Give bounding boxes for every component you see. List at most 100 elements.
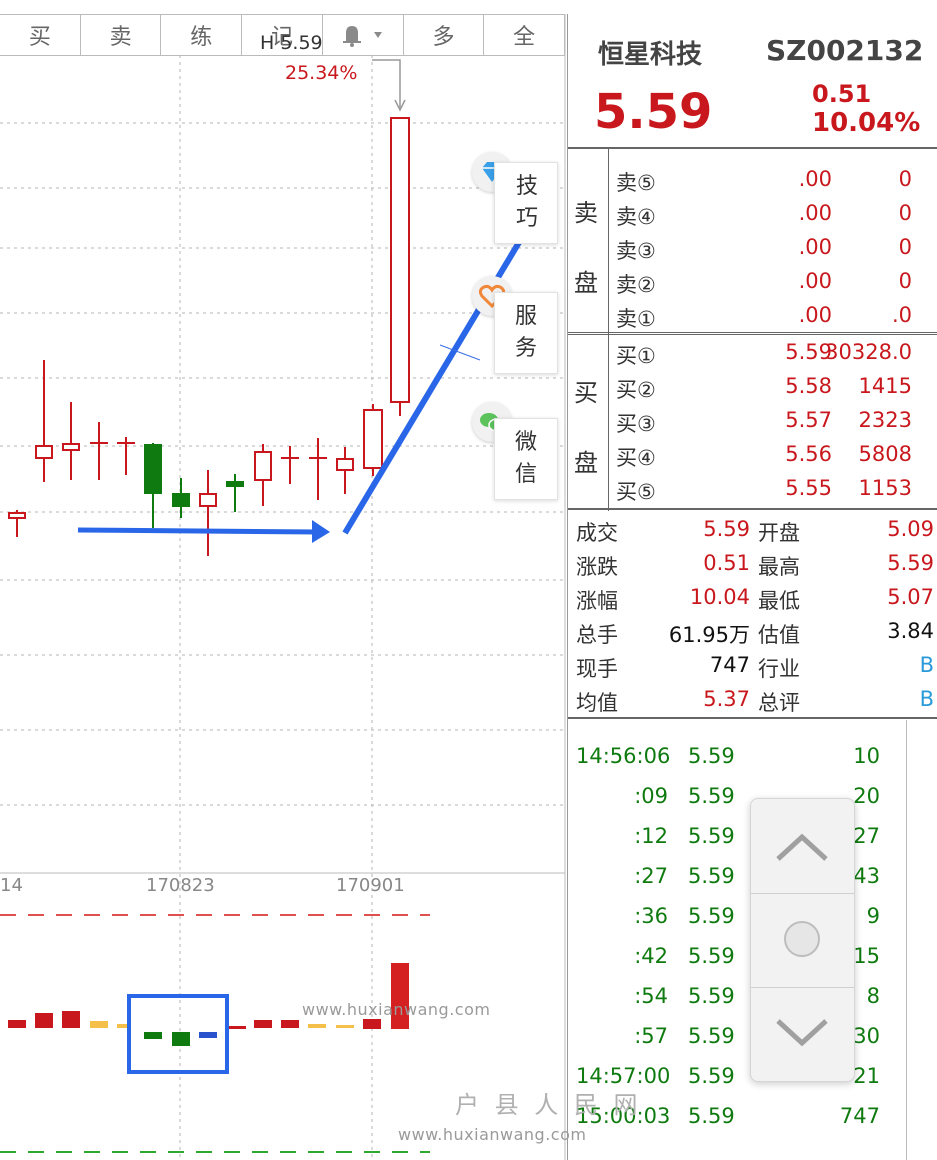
service-button[interactable]: 服务 xyxy=(494,292,558,374)
tick-row: :36 5.59 9 xyxy=(576,896,906,936)
stat-row: 现手 747 行业 B xyxy=(576,649,936,683)
chevron-down-icon xyxy=(776,1019,828,1047)
sell-level-row[interactable]: 卖④ .00 0 xyxy=(612,197,912,231)
level-volume: 5808 xyxy=(858,442,912,466)
stat-label: 总评 xyxy=(758,691,800,715)
tick-price: 5.59 xyxy=(688,784,735,808)
tick-row: :42 5.59 15 xyxy=(576,936,906,976)
stat-value: B xyxy=(919,687,934,711)
watermark: 户 县 人 民 网 xyxy=(455,1091,642,1119)
level-volume: 1153 xyxy=(858,476,912,500)
level-volume: 2323 xyxy=(858,408,912,432)
level-label: 卖② xyxy=(616,273,656,297)
high-pct-label: 25.34% xyxy=(285,62,358,84)
stock-name: 恒星科技 xyxy=(598,40,703,70)
tick-time: :27 xyxy=(634,864,668,888)
buy-level-row[interactable]: 买④ 5.56 5808 xyxy=(612,438,912,472)
level-label: 卖③ xyxy=(616,239,656,263)
price-change: 0.51 xyxy=(812,80,872,108)
tick-row: :12 5.59 27 xyxy=(576,816,906,856)
chevron-up-icon xyxy=(776,833,828,861)
stat-value: 61.95万 xyxy=(668,623,750,647)
tick-time: :57 xyxy=(634,1024,668,1048)
level-volume: 0 xyxy=(898,235,912,259)
stat-label: 最低 xyxy=(758,589,800,613)
level-label: 卖① xyxy=(616,307,656,331)
sell-order-book: 卖 盘 卖⑤ .00 0 卖④ .00 0 卖③ .00 0 卖② .00 0 卖① .00.0 xyxy=(568,147,937,335)
tick-price: 5.59 xyxy=(688,944,735,968)
grid-lines xyxy=(0,55,565,1160)
level-label: 买⑤ xyxy=(616,480,656,504)
stat-value: 5.07 xyxy=(887,585,934,609)
stat-label: 最高 xyxy=(758,555,800,579)
tick-price: 5.59 xyxy=(688,1064,735,1088)
sell-level-row[interactable]: 卖③ .00 0 xyxy=(612,231,912,265)
stat-label: 涨幅 xyxy=(576,589,618,613)
level-volume: 0 xyxy=(898,167,912,191)
stat-row: 成交 5.59 开盘 5.09 xyxy=(576,513,936,547)
tech-tips-button[interactable]: 技巧 xyxy=(494,162,558,244)
tick-row: :09 5.59 20 xyxy=(576,776,906,816)
scroll-center-button[interactable] xyxy=(751,893,854,988)
stat-value: 5.59 xyxy=(703,517,750,541)
tick-row: 14:56:06 5.59 10 xyxy=(576,736,906,776)
stat-value: 747 xyxy=(709,653,750,677)
tick-price: 5.59 xyxy=(688,1104,735,1128)
sell-title: 卖 xyxy=(574,199,598,227)
stat-value: 5.09 xyxy=(887,517,934,541)
stat-value: 5.59 xyxy=(887,551,934,575)
buy-level-row[interactable]: 买② 5.58 1415 xyxy=(612,370,912,404)
candles xyxy=(8,117,410,556)
scroll-up-button[interactable] xyxy=(751,799,854,894)
level-volume: .0 xyxy=(891,303,912,327)
tick-volume: 747 xyxy=(839,1104,880,1128)
tick-time: :36 xyxy=(634,904,668,928)
level-label: 买① xyxy=(616,344,656,368)
buy-level-row[interactable]: 买③ 5.57 2323 xyxy=(612,404,912,438)
sell-level-row[interactable]: 卖② .00 0 xyxy=(612,265,912,299)
level-volume: 0 xyxy=(898,269,912,293)
stat-value: 3.84 xyxy=(887,619,934,643)
tick-volume: 10 xyxy=(853,744,880,768)
tick-price: 5.59 xyxy=(688,824,735,848)
watermark: www.huxianwang.com xyxy=(398,1125,587,1144)
wechat-button[interactable]: 微信 xyxy=(494,418,558,500)
stat-value: 5.37 xyxy=(703,687,750,711)
scroll-control xyxy=(750,798,855,1082)
high-label: H 5.59 xyxy=(260,32,323,54)
sell-level-row[interactable]: 卖⑤ .00 0 xyxy=(612,163,912,197)
tick-price: 5.59 xyxy=(688,864,735,888)
level-label: 买④ xyxy=(616,446,656,470)
tick-time: :09 xyxy=(634,784,668,808)
stat-row: 涨幅 10.04 最低 5.07 xyxy=(576,581,936,615)
stat-row: 均值 5.37 总评 B xyxy=(576,683,936,717)
scroll-down-button[interactable] xyxy=(751,987,854,1081)
stat-label: 均值 xyxy=(576,691,618,715)
level-volume: 1415 xyxy=(858,374,912,398)
buy-level-row[interactable]: 买① 5.59 30328.0 xyxy=(612,336,912,370)
tick-time: 14:56:06 xyxy=(576,744,671,768)
date-label: 14 xyxy=(0,875,23,896)
tick-price: 5.59 xyxy=(688,744,735,768)
tick-price: 5.59 xyxy=(688,904,735,928)
tick-row: :54 5.59 8 xyxy=(576,976,906,1016)
stat-label: 行业 xyxy=(758,657,800,681)
level-label: 买② xyxy=(616,378,656,402)
circle-icon xyxy=(784,921,820,957)
price-change-pct: 10.04% xyxy=(812,108,921,138)
stat-row: 总手 61.95万 估值 3.84 xyxy=(576,615,936,649)
stat-value: 10.04 xyxy=(689,585,750,609)
stat-value: 0.51 xyxy=(703,551,750,575)
date-label: 170901 xyxy=(336,875,405,896)
stat-label: 开盘 xyxy=(758,521,800,545)
buy-title: 买 xyxy=(574,379,598,407)
date-label: 170823 xyxy=(146,875,215,896)
buy-order-book: 买 盘 买① 5.59 30328.0 买② 5.58 1415 买③ 5.57 2323 买④ 5… xyxy=(568,334,937,511)
level-volume: 0 xyxy=(898,201,912,225)
stat-row: 涨跌 0.51 最高 5.59 xyxy=(576,547,936,581)
level-volume: 30328.0 xyxy=(825,340,912,364)
sell-level-row[interactable]: 卖① .00.0 xyxy=(612,299,912,333)
tick-row: :27 5.59 43 xyxy=(576,856,906,896)
tick-row: :57 5.59 30 xyxy=(576,1016,906,1056)
buy-level-row[interactable]: 买⑤ 5.55 1153 xyxy=(612,472,912,506)
